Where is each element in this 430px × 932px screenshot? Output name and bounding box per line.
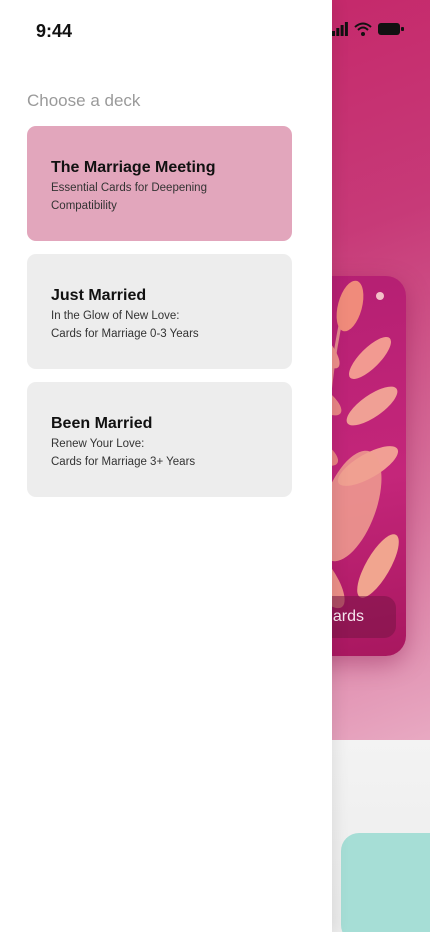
- status-icons: [332, 22, 404, 36]
- deck-title: The Marriage Meeting: [51, 159, 216, 176]
- deck-subtitle-line2: Cards for Marriage 0-3 Years: [51, 328, 199, 340]
- deck-subtitle-line1: Essential Cards for Deepening: [51, 182, 207, 194]
- deck-item-been-married[interactable]: Been Married Renew Your Love: Cards for …: [27, 382, 292, 497]
- teal-tile[interactable]: [341, 833, 430, 932]
- deck-title: Just Married: [51, 287, 147, 304]
- deck-subtitle-line2: Compatibility: [51, 200, 117, 212]
- deck-item-marriage-meeting[interactable]: The Marriage Meeting Essential Cards for…: [27, 126, 292, 241]
- drawer-title: Choose a deck: [27, 91, 141, 110]
- status-time: 9:44: [36, 21, 73, 41]
- deck-title: Been Married: [51, 415, 153, 432]
- deck-subtitle-line2: Cards for Marriage 3+ Years: [51, 456, 196, 468]
- battery-icon: [378, 23, 404, 35]
- deck-subtitle-line1: In the Glow of New Love:: [51, 310, 180, 322]
- wifi-icon: [354, 22, 372, 36]
- signal-icon: [332, 22, 348, 36]
- deck-subtitle-line1: Renew Your Love:: [51, 438, 145, 450]
- deck-subtitle: Essential Cards for Deepening Compatibil…: [51, 179, 268, 215]
- deck-subtitle: Renew Your Love: Cards for Marriage 3+ Y…: [51, 435, 268, 471]
- deck-drawer: 9:44 Choose a deck The Marriage Meeting …: [0, 0, 332, 932]
- deck-item-just-married[interactable]: Just Married In the Glow of New Love: Ca…: [27, 254, 292, 369]
- deck-subtitle: In the Glow of New Love: Cards for Marri…: [51, 307, 268, 343]
